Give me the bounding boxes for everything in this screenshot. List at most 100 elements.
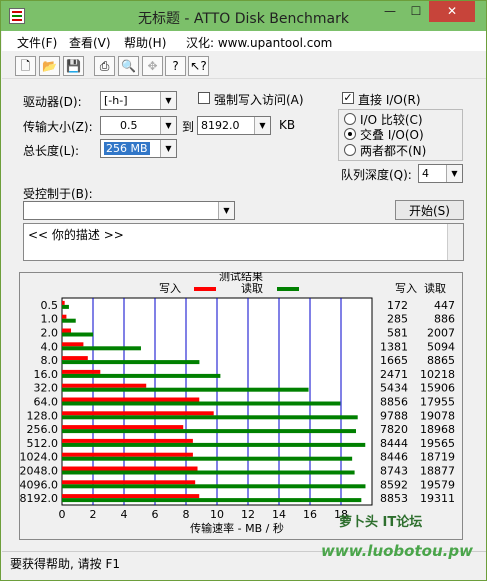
read-value: 19579 — [420, 478, 455, 491]
read-bar — [62, 360, 200, 365]
category-label: 256.0 — [27, 423, 59, 436]
menu-view[interactable]: 查看(V) — [69, 34, 111, 51]
write-value: 1381 — [380, 340, 408, 353]
start-button[interactable]: 开始(S) — [395, 200, 464, 220]
minimize-button[interactable]: — — [377, 1, 403, 22]
chart-svg: 测试结果写入 读取0 2 4 6 8 10 12 14 16 18传输速率 - MB / 秒写入 读取… — [20, 270, 456, 535]
read-bar — [62, 498, 362, 503]
watermark-url: www.luobotou.pw — [321, 542, 473, 560]
category-label: 8192.0 — [20, 492, 59, 505]
overlap-io-label: 交叠 I/O(O) — [360, 128, 424, 142]
open-folder-icon[interactable]: 📂 — [39, 56, 60, 76]
neither-label: 两者都不(N) — [360, 144, 427, 158]
menu-file[interactable]: 文件(F) — [17, 34, 57, 51]
controlled-by-label: 受控制于(B): — [23, 187, 93, 201]
category-label: 64.0 — [34, 396, 59, 409]
read-bar — [62, 429, 357, 434]
io-compare-radio[interactable] — [344, 113, 356, 125]
read-bar — [62, 332, 94, 337]
menu-bar: 文件(F) 查看(V) 帮助(H) 汉化: www.upantool.com — [2, 31, 486, 51]
drive-select[interactable]: [-h-] ▼ — [100, 91, 177, 110]
help-icon[interactable]: ? — [165, 56, 186, 76]
legend-write-swatch — [194, 287, 216, 291]
write-bar — [62, 342, 84, 347]
read-bar — [62, 318, 76, 323]
force-write-label: 强制写入访问(A) — [214, 93, 304, 107]
read-value: 17955 — [420, 396, 455, 409]
x-tick-label: 2 — [90, 508, 97, 521]
x-tick-label: 6 — [152, 508, 159, 521]
save-icon[interactable]: 💾 — [63, 56, 84, 76]
close-button[interactable]: ✕ — [429, 1, 475, 22]
read-bar — [62, 456, 353, 461]
write-value: 581 — [387, 327, 408, 340]
legend-read-label: 读取 — [241, 281, 263, 295]
legend-write-label: 写入 — [159, 282, 181, 295]
x-tick-label: 4 — [121, 508, 128, 521]
total-length-label: 总长度(L): — [23, 144, 80, 158]
write-value: 8444 — [380, 437, 408, 450]
write-column-header: 写入 — [395, 282, 417, 295]
category-label: 2.0 — [41, 327, 59, 340]
write-value: 8853 — [380, 492, 408, 505]
read-value: 18968 — [420, 423, 455, 436]
transfer-from-select[interactable]: 0.5 ▼ — [100, 116, 177, 135]
watermark: 萝卜头 IT论坛 www.luobotou.pw — [321, 509, 486, 579]
write-bar — [62, 383, 147, 388]
write-bar — [62, 425, 184, 430]
direct-io-label: 直接 I/O(R) — [358, 93, 421, 107]
overlap-io-radio[interactable] — [344, 128, 356, 140]
results-chart: 测试结果 写入 读取 0 2 4 6 8 10 12 14 16 18 传输速率 - MB / 秒写入 读取… — [19, 270, 463, 543]
write-value: 8856 — [380, 396, 408, 409]
context-help-icon[interactable]: ↖? — [188, 56, 209, 76]
app-window: 无标题 - ATTO Disk Benchmark — ☐ ✕ 文件(F) 查看… — [0, 0, 487, 581]
move-icon[interactable]: ✥ — [142, 56, 163, 76]
description-scrollbar[interactable] — [447, 224, 463, 260]
watermark-logo: 萝卜头 IT论坛 — [339, 515, 423, 530]
read-value: 18719 — [420, 451, 455, 464]
read-bar — [62, 346, 141, 351]
direct-io-checkbox[interactable]: ✓ — [342, 92, 354, 104]
write-bar — [62, 494, 200, 499]
transfer-size-label: 传输大小(Z): — [23, 120, 93, 134]
read-value: 19565 — [420, 437, 455, 450]
category-label: 1.0 — [41, 313, 59, 326]
x-tick-label: 12 — [241, 508, 255, 521]
read-value: 15906 — [420, 382, 455, 395]
print-preview-icon[interactable]: 🔍 — [118, 56, 139, 76]
x-tick-label: 16 — [303, 508, 317, 521]
category-label: 4.0 — [41, 340, 59, 353]
transfer-unit: KB — [279, 118, 296, 132]
write-bar — [62, 452, 193, 457]
x-tick-label: 8 — [183, 508, 190, 521]
maximize-button[interactable]: ☐ — [403, 1, 429, 22]
write-value: 172 — [387, 299, 408, 312]
toolbar: 🗋 📂 💾 ⎙ 🔍 ✥ ? ↖? — [2, 52, 486, 79]
category-label: 32.0 — [34, 382, 59, 395]
description-textarea[interactable]: << 你的描述 >> — [23, 223, 464, 261]
x-axis-label: 传输速率 - MB / 秒 — [190, 521, 284, 535]
menu-site[interactable]: 汉化: www.upantool.com — [186, 34, 332, 51]
total-length-select[interactable]: 256 MB ▼ — [100, 139, 177, 158]
force-write-checkbox[interactable] — [198, 92, 210, 104]
write-bar — [62, 314, 67, 319]
category-label: 8.0 — [41, 354, 59, 367]
category-label: 16.0 — [34, 368, 59, 381]
transfer-to-select[interactable]: 8192.0 ▼ — [197, 116, 271, 135]
queue-depth-select[interactable]: 4 ▼ — [418, 164, 463, 183]
neither-radio[interactable] — [344, 144, 356, 156]
x-tick-label: 10 — [210, 508, 224, 521]
read-bar — [62, 304, 69, 309]
controlled-by-select[interactable]: ▼ — [23, 201, 235, 220]
x-tick-label: 0 — [59, 508, 66, 521]
write-value: 9788 — [380, 409, 408, 422]
write-bar — [62, 411, 214, 416]
menu-help[interactable]: 帮助(H) — [124, 34, 166, 51]
read-value: 2007 — [427, 327, 455, 340]
write-value: 8446 — [380, 451, 408, 464]
print-icon[interactable]: ⎙ — [94, 56, 115, 76]
category-label: 2048.0 — [20, 465, 59, 478]
write-bar — [62, 397, 200, 402]
title-bar[interactable]: 无标题 - ATTO Disk Benchmark — ☐ ✕ — [1, 1, 486, 31]
new-doc-icon[interactable]: 🗋 — [15, 56, 36, 76]
